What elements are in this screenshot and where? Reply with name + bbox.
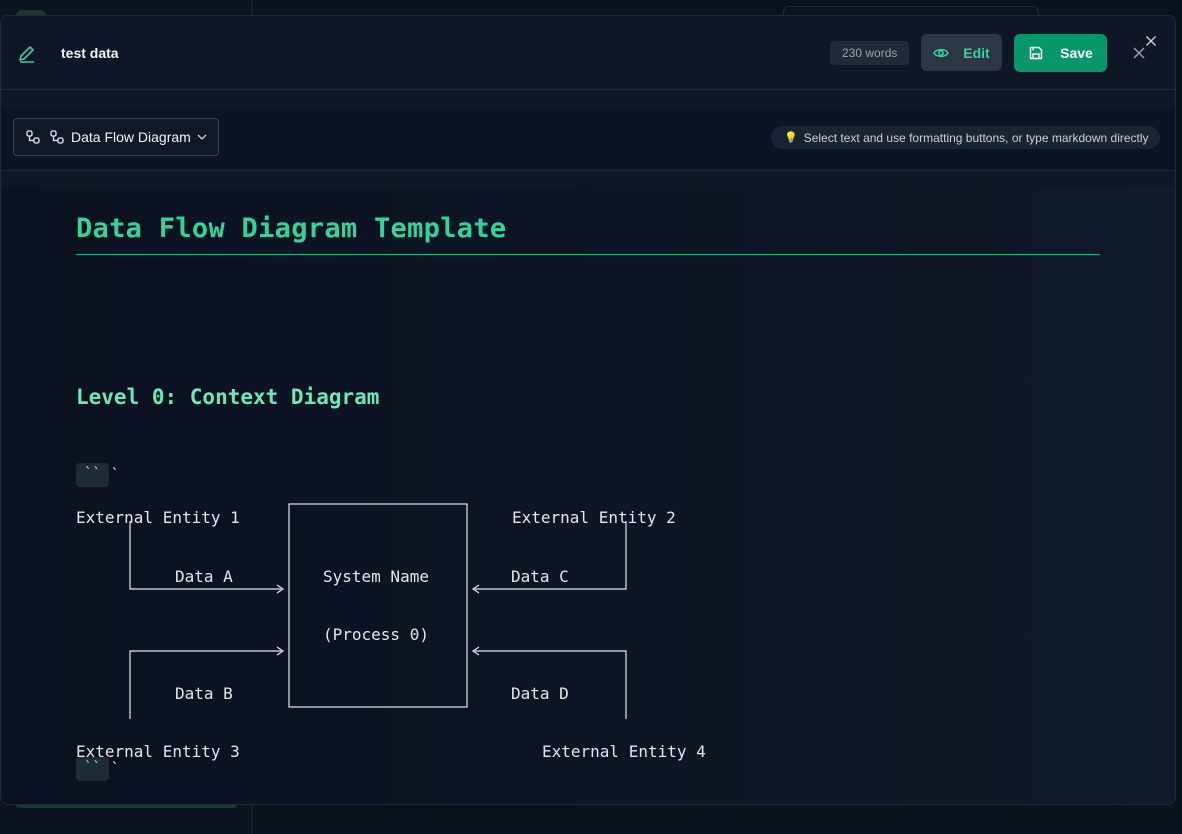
data-b-label: Data B xyxy=(175,684,233,703)
template-dropdown-label: Data Flow Diagram xyxy=(71,129,191,145)
chevron-down-icon xyxy=(197,134,207,140)
inline-code: `` xyxy=(76,757,109,781)
markdown-editor[interactable]: Data Flow Diagram Template Level 0: Cont… xyxy=(1,187,1175,804)
formatting-hint: 💡 Select text and use formatting buttons… xyxy=(771,126,1160,149)
entity-4-label: External Entity 4 xyxy=(542,742,706,761)
close-icon[interactable] xyxy=(1132,46,1146,60)
process-box xyxy=(288,503,468,708)
system-name-label: System Name xyxy=(323,567,429,586)
lightbulb-icon: 💡 xyxy=(784,132,798,144)
close-modal-icon[interactable] xyxy=(1145,35,1157,47)
diagram-icon xyxy=(50,130,64,144)
save-icon xyxy=(1029,46,1043,60)
data-c-label: Data C xyxy=(511,567,569,586)
entity-1-label: External Entity 1 xyxy=(76,508,240,527)
modal-header: test data 230 words Edit Save xyxy=(1,16,1175,90)
edit-button[interactable]: Edit xyxy=(921,34,1002,71)
data-d-label: Data D xyxy=(511,684,569,703)
entity-2-label: External Entity 2 xyxy=(512,508,676,527)
save-button-label: Save xyxy=(1060,45,1093,61)
process-label: (Process 0) xyxy=(323,625,429,644)
template-dropdown[interactable]: Data Flow Diagram xyxy=(13,118,219,156)
document-title: test data xyxy=(61,45,119,61)
eye-icon xyxy=(933,48,950,57)
editor-toolbar: Data Flow Diagram 💡 Select text and use … xyxy=(1,106,1175,171)
word-count-badge: 230 words xyxy=(830,41,910,65)
data-a-label: Data A xyxy=(175,567,233,586)
code-fence-close: `` ` xyxy=(76,757,119,781)
pencil-icon xyxy=(19,46,34,63)
editor-modal: test data 230 words Edit Save Data Flow … xyxy=(0,15,1176,805)
hint-text: Select text and use formatting buttons, … xyxy=(803,130,1149,145)
diagram-lines xyxy=(129,503,627,719)
toolbar-gap xyxy=(1,171,1175,187)
fence-tick: ` xyxy=(110,761,120,777)
edit-button-label: Edit xyxy=(963,44,990,61)
diagram-icon xyxy=(26,130,40,144)
save-button[interactable]: Save xyxy=(1014,34,1107,72)
